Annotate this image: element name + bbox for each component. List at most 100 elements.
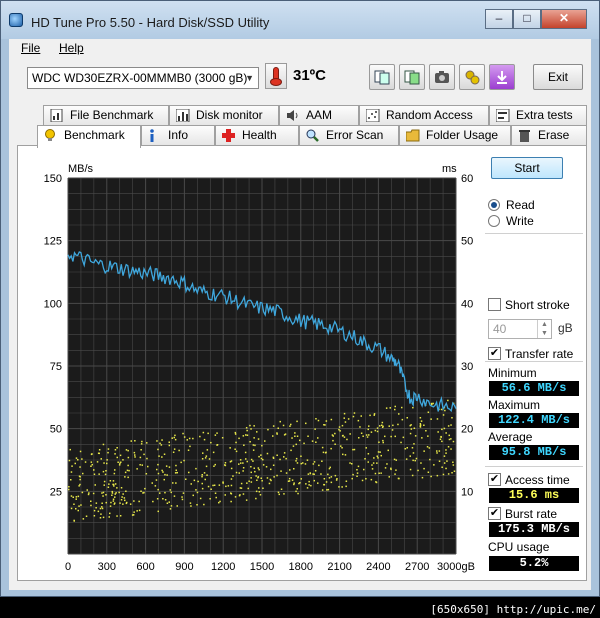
access-time-point: [445, 432, 447, 434]
access-time-point: [372, 462, 375, 464]
access-time-point: [273, 476, 275, 478]
menu-file[interactable]: File: [21, 41, 40, 55]
access-time-point: [291, 479, 294, 481]
access-time-point: [187, 449, 190, 451]
access-time-point: [295, 443, 297, 446]
tab-info[interactable]: Info: [141, 125, 215, 145]
access-time-point: [102, 491, 105, 494]
access-time-point: [122, 493, 124, 495]
folder-icon: [406, 129, 420, 142]
access-time-point: [112, 500, 115, 502]
access-time-point: [101, 492, 103, 494]
access-time-point: [409, 432, 412, 435]
copy-all-icon[interactable]: [399, 64, 425, 90]
write-label: Write: [506, 214, 534, 228]
access-time-point: [100, 458, 102, 460]
burst-rate-label: Burst rate: [505, 507, 558, 521]
access-time-point: [428, 447, 431, 449]
write-radio[interactable]: Write: [488, 213, 588, 229]
camera-icon[interactable]: [429, 64, 455, 90]
tab-file-benchmark[interactable]: File Benchmark: [43, 105, 169, 125]
access-time-point: [414, 459, 416, 462]
burst-rate-value: 175.3 MB/s: [489, 522, 579, 537]
tab-label: File Benchmark: [70, 108, 154, 122]
access-time-point: [93, 473, 96, 475]
access-time-point: [253, 425, 255, 427]
access-time-point: [331, 434, 334, 436]
y-tick-left: 150: [44, 173, 62, 185]
burst-rate-checkbox[interactable]: ✔ Burst rate: [488, 506, 588, 522]
checkmark-icon: ✔: [488, 473, 501, 486]
maximize-button[interactable]: □: [513, 9, 541, 29]
copy-icon[interactable]: [369, 64, 395, 90]
access-time-point: [68, 459, 71, 462]
access-time-point: [390, 435, 392, 438]
y-axis-right-title: ms: [442, 163, 457, 175]
tab-aam[interactable]: AAM: [279, 105, 359, 125]
access-time-point: [68, 488, 70, 491]
access-time-point: [116, 487, 118, 489]
access-time-point: [370, 431, 373, 433]
access-time-point: [366, 436, 369, 438]
access-time-point: [336, 478, 338, 480]
options-icon[interactable]: [459, 64, 485, 90]
minimize-button[interactable]: –: [485, 9, 513, 29]
access-time-point: [423, 467, 425, 470]
access-time-point: [100, 513, 102, 515]
access-time-point: [272, 425, 275, 427]
access-time-point: [285, 457, 287, 460]
tab-folder-usage[interactable]: Folder Usage: [399, 125, 511, 145]
cpu-usage-label: CPU usage: [488, 540, 550, 554]
access-time-point: [374, 429, 377, 432]
tab-disk-monitor[interactable]: Disk monitor: [169, 105, 279, 125]
access-time-point: [204, 478, 206, 481]
read-radio[interactable]: Read: [488, 197, 588, 213]
access-time-point: [452, 464, 455, 466]
access-time-point: [218, 501, 220, 504]
access-time-point: [441, 428, 443, 431]
access-time-point: [102, 470, 105, 473]
access-time-point: [411, 447, 414, 449]
access-time-point: [278, 493, 280, 496]
access-time-point: [203, 503, 205, 506]
access-time-point: [341, 447, 343, 449]
access-time-point: [439, 438, 442, 440]
menu-help[interactable]: Help: [59, 41, 84, 55]
drive-select[interactable]: WDC WD30EZRX-00MMMB0 (3000 gB) ▼: [27, 67, 259, 89]
access-time-point: [250, 477, 252, 479]
short-stroke-input[interactable]: 40 ▲ ▼: [488, 319, 552, 339]
access-time-point: [300, 478, 302, 480]
tab-extra-tests[interactable]: Extra tests: [489, 105, 587, 125]
access-time-point: [230, 467, 233, 470]
access-time-point: [442, 414, 445, 416]
access-time-point: [376, 462, 378, 464]
start-button[interactable]: Start: [491, 157, 563, 179]
access-time-point: [127, 456, 130, 459]
tab-random-access[interactable]: Random Access: [359, 105, 489, 125]
access-time-point: [168, 501, 170, 503]
access-time-point: [257, 467, 260, 469]
access-time-point: [246, 482, 248, 484]
save-icon[interactable]: [489, 64, 515, 90]
title-bar[interactable]: HD Tune Pro 5.50 - Hard Disk/SSD Utility…: [1, 1, 599, 39]
access-time-checkbox[interactable]: ✔ Access time: [488, 472, 588, 488]
short-stroke-checkbox[interactable]: Short stroke: [488, 297, 588, 313]
access-time-point: [190, 505, 192, 507]
tab-health[interactable]: Health: [215, 125, 299, 145]
access-time-point: [242, 462, 244, 464]
close-button[interactable]: ✕: [541, 9, 587, 29]
access-time-point: [285, 472, 288, 474]
access-time-point: [230, 500, 232, 503]
tab-erase[interactable]: Erase: [511, 125, 587, 145]
thermometer-icon[interactable]: [265, 63, 287, 89]
access-time-point: [133, 511, 135, 513]
spin-arrows-icon[interactable]: ▲ ▼: [537, 320, 551, 338]
exit-button[interactable]: Exit: [533, 64, 583, 90]
tab-benchmark[interactable]: Benchmark: [37, 125, 141, 148]
short-stroke-label: Short stroke: [505, 298, 570, 312]
access-time-point: [259, 494, 262, 496]
access-time-point: [206, 474, 208, 476]
access-time-point: [276, 454, 278, 456]
transfer-rate-checkbox[interactable]: ✔ Transfer rate: [488, 346, 588, 362]
tab-error-scan[interactable]: Error Scan: [299, 125, 399, 145]
